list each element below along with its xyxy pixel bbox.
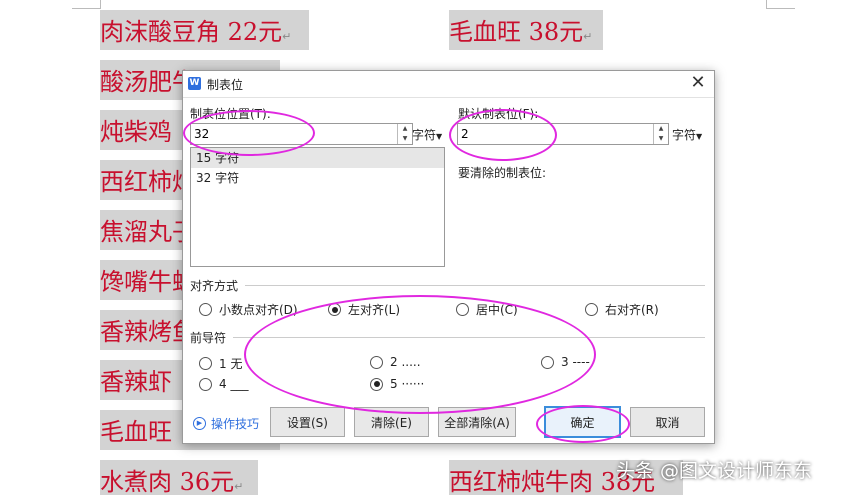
play-icon: ▶: [193, 417, 206, 430]
radio-decimal-align[interactable]: 小数点对齐(D): [199, 301, 298, 318]
watermark: 头条 @图文设计师东东: [616, 460, 813, 482]
radio-center-align[interactable]: 居中(C): [456, 301, 518, 318]
document-line: 肉沫酸豆角 22元↵: [100, 10, 309, 50]
radio-icon: [456, 303, 469, 316]
clear-button[interactable]: 清除(E): [354, 407, 429, 437]
default-tab-input[interactable]: ▲ ▼: [457, 123, 669, 145]
close-icon[interactable]: ✕: [688, 73, 708, 93]
dialog-title: 制表位: [207, 78, 244, 92]
radio-leader-none[interactable]: 1 无: [199, 355, 242, 372]
set-button[interactable]: 设置(S): [270, 407, 345, 437]
wps-app-icon: W: [188, 77, 201, 90]
spin-up-icon[interactable]: ▲: [654, 124, 668, 134]
spin-down-icon[interactable]: ▼: [654, 134, 668, 144]
default-tab-field[interactable]: [461, 125, 641, 142]
default-tab-unit-dropdown[interactable]: 字符▼: [672, 126, 702, 143]
alignment-group-label: 对齐方式: [190, 279, 239, 293]
chevron-down-icon: ▼: [696, 132, 703, 141]
radio-icon: [370, 355, 383, 369]
list-item[interactable]: 15 字符: [191, 148, 444, 168]
spin-up-icon[interactable]: ▲: [398, 124, 412, 134]
radio-icon: [585, 303, 598, 316]
ok-button[interactable]: 确定: [544, 406, 621, 438]
radio-leader-underline[interactable]: 4 ___: [199, 377, 248, 391]
radio-selected-icon: [328, 303, 341, 316]
divider: [233, 337, 705, 338]
radio-leader-dashes[interactable]: 3 ----: [541, 355, 590, 369]
radio-left-align[interactable]: 左对齐(L): [328, 301, 400, 318]
document-line: 水煮肉 36元↵: [100, 460, 258, 495]
cancel-button[interactable]: 取消: [630, 407, 705, 437]
radio-icon: [199, 377, 212, 391]
default-tab-label: 默认制表位(F):: [458, 107, 539, 121]
divider: [245, 285, 705, 286]
tab-position-field[interactable]: [194, 125, 384, 142]
clear-tabs-label: 要清除的制表位:: [458, 166, 547, 180]
tab-position-spinner[interactable]: ▲ ▼: [397, 124, 412, 144]
document-line: 毛血旺 38元↵: [449, 10, 603, 50]
radio-right-align[interactable]: 右对齐(R): [585, 301, 659, 318]
chevron-down-icon: ▼: [436, 132, 443, 141]
spin-down-icon[interactable]: ▼: [398, 134, 412, 144]
tab-stop-list[interactable]: 15 字符 32 字符: [190, 147, 445, 267]
clear-all-button[interactable]: 全部清除(A): [438, 407, 516, 437]
tab-stops-dialog: W 制表位 ✕ 制表位位置(T): ▲ ▼ 字符▼ 15 字符 32 字符 默认…: [182, 70, 715, 444]
margin-mark-top-left: [72, 0, 101, 9]
tab-position-label: 制表位位置(T):: [190, 107, 271, 121]
radio-icon: [199, 303, 212, 316]
list-item[interactable]: 32 字符: [191, 168, 444, 188]
radio-icon: [541, 355, 554, 369]
margin-mark-top-right: [766, 0, 795, 9]
tab-position-unit-dropdown[interactable]: 字符▼: [412, 126, 442, 143]
radio-selected-icon: [370, 377, 383, 391]
tab-position-input[interactable]: ▲ ▼: [190, 123, 413, 145]
tips-link[interactable]: ▶ 操作技巧: [193, 415, 259, 432]
default-tab-spinner[interactable]: ▲ ▼: [653, 124, 668, 144]
radio-icon: [199, 357, 212, 370]
dialog-titlebar: W 制表位 ✕: [183, 71, 714, 98]
radio-leader-dots[interactable]: 2 .....: [370, 355, 421, 369]
radio-leader-middle-dots[interactable]: 5 ······: [370, 377, 424, 391]
leader-group-label: 前导符: [190, 331, 227, 345]
